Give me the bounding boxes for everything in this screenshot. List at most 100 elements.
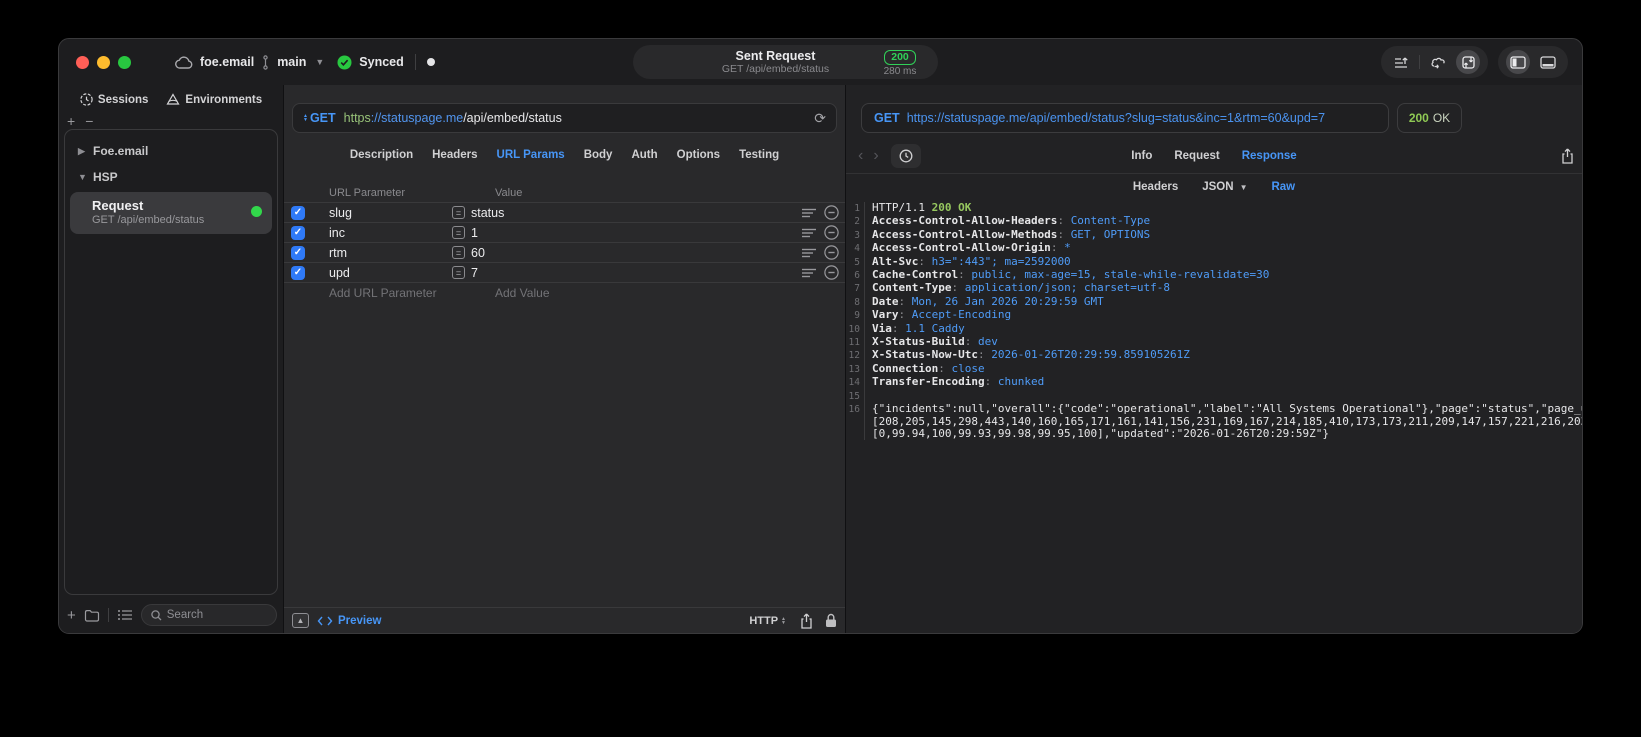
response-status-text: OK bbox=[1432, 111, 1451, 125]
branch-chevron-icon[interactable]: ▼ bbox=[315, 57, 324, 67]
url-scheme: https bbox=[343, 111, 371, 125]
search-placeholder: Search bbox=[166, 609, 204, 621]
sent-request-url[interactable]: GET https://statuspage.me/api/embed/stat… bbox=[861, 103, 1389, 133]
toggle-sidebar-icon[interactable] bbox=[1506, 50, 1530, 74]
tab-sessions[interactable]: Sessions bbox=[80, 93, 148, 106]
subtab-raw[interactable]: Raw bbox=[1271, 181, 1295, 193]
tab-headers[interactable]: Headers bbox=[432, 149, 477, 161]
sent-request-title: Sent Request bbox=[735, 49, 816, 63]
param-value[interactable]: 60 bbox=[471, 246, 485, 260]
response-raw-view[interactable]: 1 HTTP/1.1 200 OK 2 Access-Control-Allow-He… bbox=[846, 202, 1582, 633]
preview-button[interactable]: Preview bbox=[317, 615, 381, 627]
param-checkbox[interactable]: ✓ bbox=[291, 245, 305, 260]
response-line: 12 X-Status-Now-Utc: 2026-01-26T20:29:59.… bbox=[846, 349, 1582, 363]
tab-body[interactable]: Body bbox=[584, 149, 613, 161]
drag-handle-icon[interactable] bbox=[802, 208, 816, 218]
add-url-parameter-field[interactable]: Add URL Parameter bbox=[329, 286, 495, 300]
close-window-button[interactable] bbox=[76, 56, 89, 69]
resend-request-icon[interactable]: ⟳ bbox=[814, 110, 826, 127]
drag-handle-icon[interactable] bbox=[802, 248, 816, 258]
line-number: 12 bbox=[848, 350, 860, 362]
request-url-input[interactable]: ▲ ▼ GET https://statuspage.me/api/embed/s… bbox=[292, 103, 837, 133]
request-item-title: Request bbox=[92, 198, 144, 213]
line-number: 9 bbox=[854, 310, 860, 322]
response-line: 14 Transfer-Encoding: chunked bbox=[846, 376, 1582, 390]
line-number: 11 bbox=[848, 337, 860, 349]
response-line: 5 Alt-Svc: h3=":443"; ma=2592000 bbox=[846, 255, 1582, 270]
drag-handle-icon[interactable] bbox=[802, 268, 816, 278]
param-value[interactable]: status bbox=[471, 206, 504, 220]
toolbar-group-left bbox=[1381, 46, 1488, 78]
param-checkbox[interactable]: ✓ bbox=[291, 225, 305, 240]
response-tab-response[interactable]: Response bbox=[1242, 150, 1297, 162]
param-name[interactable]: slug bbox=[329, 206, 452, 220]
collapse-panel-icon[interactable]: ▲ bbox=[292, 613, 309, 628]
code-icon bbox=[317, 616, 333, 626]
line-number: 3 bbox=[854, 229, 860, 241]
remove-param-icon[interactable] bbox=[824, 205, 839, 220]
tab-testing[interactable]: Testing bbox=[739, 149, 779, 161]
subtab-json[interactable]: JSON ▼ bbox=[1202, 181, 1247, 193]
line-number: 1 bbox=[854, 203, 860, 214]
remove-param-icon[interactable] bbox=[824, 225, 839, 240]
git-branch-icon bbox=[261, 54, 270, 70]
subtab-headers[interactable]: Headers bbox=[1133, 181, 1178, 193]
param-name[interactable]: inc bbox=[329, 226, 452, 240]
remove-param-icon[interactable] bbox=[824, 265, 839, 280]
export-response-icon[interactable] bbox=[1561, 148, 1574, 164]
prism-icon bbox=[166, 93, 180, 106]
tree-item-foe-email[interactable]: ▶ Foe.email bbox=[70, 138, 272, 164]
project-name[interactable]: foe.email bbox=[200, 55, 254, 69]
remove-param-icon[interactable] bbox=[824, 245, 839, 260]
method-label: GET bbox=[309, 111, 336, 125]
sync-loop-icon[interactable] bbox=[1426, 50, 1450, 74]
toolbar-divider bbox=[1419, 55, 1420, 69]
line-number: 2 bbox=[854, 216, 860, 228]
response-line: 10 Via: 1.1 Caddy bbox=[846, 322, 1582, 337]
param-row-upd: ✓ upd = 7 bbox=[284, 263, 845, 283]
view-options-icon[interactable] bbox=[117, 609, 133, 621]
sent-request-summary[interactable]: Sent Request GET /api/embed/status 200 2… bbox=[633, 45, 938, 79]
request-status-dot bbox=[251, 206, 262, 217]
param-checkbox[interactable]: ✓ bbox=[291, 205, 305, 220]
response-tabs: Info Request Response bbox=[854, 150, 1574, 162]
import-export-icon[interactable] bbox=[1456, 50, 1480, 74]
remove-session-button[interactable]: − bbox=[85, 113, 93, 129]
tab-url-params[interactable]: URL Params bbox=[497, 149, 565, 161]
add-request-button[interactable]: + bbox=[67, 607, 76, 624]
tab-options[interactable]: Options bbox=[677, 149, 720, 161]
response-tab-info[interactable]: Info bbox=[1131, 150, 1152, 162]
protocol-selector[interactable]: HTTP ▲ ▼ bbox=[749, 615, 788, 627]
minimize-window-button[interactable] bbox=[97, 56, 110, 69]
tab-auth[interactable]: Auth bbox=[631, 149, 657, 161]
lock-icon[interactable] bbox=[825, 613, 837, 628]
share-icon[interactable] bbox=[800, 613, 813, 629]
drag-handle-icon[interactable] bbox=[802, 228, 816, 238]
new-folder-icon[interactable] bbox=[84, 609, 100, 622]
json-dropdown-chevron-icon: ▼ bbox=[1239, 182, 1248, 192]
response-status-badge: 200 OK bbox=[1397, 103, 1462, 133]
add-value-field[interactable]: Add Value bbox=[495, 286, 845, 300]
response-line: 13 Connection: close bbox=[846, 362, 1582, 377]
method-selector[interactable]: ▲ ▼ GET bbox=[303, 111, 336, 125]
tab-description[interactable]: Description bbox=[350, 149, 413, 161]
param-checkbox[interactable]: ✓ bbox=[291, 265, 305, 280]
add-session-button[interactable]: + bbox=[67, 113, 75, 129]
response-tab-request[interactable]: Request bbox=[1174, 150, 1219, 162]
sidebar: Sessions Environments + − ▶ Foe.email ▼ … bbox=[59, 85, 283, 633]
param-value[interactable]: 7 bbox=[471, 266, 478, 280]
param-name[interactable]: rtm bbox=[329, 246, 452, 260]
tree-item-label: HSP bbox=[93, 170, 118, 184]
request-order-icon[interactable] bbox=[1389, 50, 1413, 74]
zoom-window-button[interactable] bbox=[118, 56, 131, 69]
search-input[interactable]: Search bbox=[140, 604, 277, 626]
sync-check-icon bbox=[337, 55, 352, 70]
tab-environments[interactable]: Environments bbox=[166, 93, 262, 106]
request-list-item-selected[interactable]: Request GET /api/embed/status bbox=[70, 192, 272, 234]
branch-name[interactable]: main bbox=[277, 55, 306, 69]
param-name[interactable]: upd bbox=[329, 266, 452, 280]
tree-item-hsp[interactable]: ▼ HSP bbox=[70, 164, 272, 190]
request-editor-pane: ▲ ▼ GET https://statuspage.me/api/embed/s… bbox=[283, 85, 846, 633]
toggle-bottom-panel-icon[interactable] bbox=[1536, 50, 1560, 74]
param-value[interactable]: 1 bbox=[471, 226, 478, 240]
